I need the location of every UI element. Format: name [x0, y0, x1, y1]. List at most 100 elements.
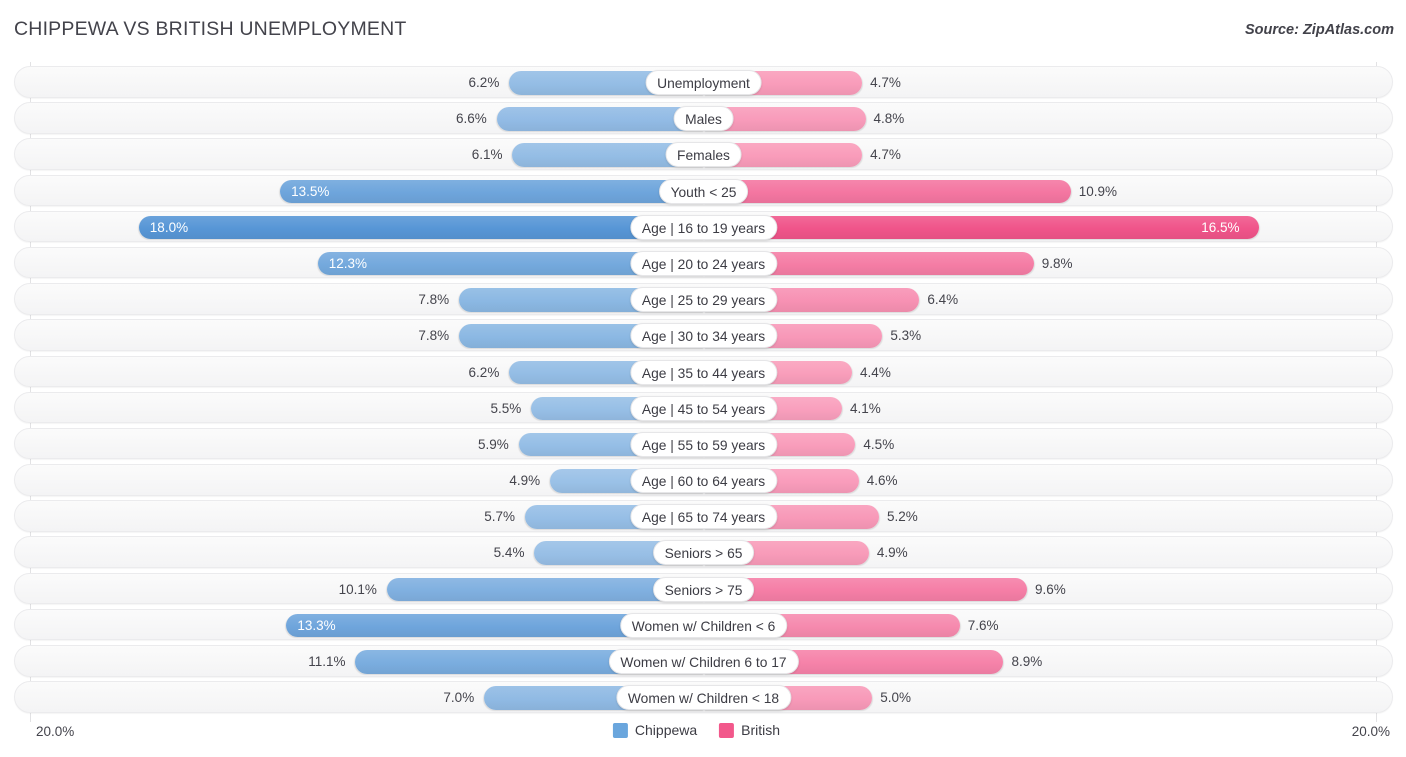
- value-label-british: 6.4%: [927, 292, 959, 308]
- row-track: 11.1% 8.9% Women w/ Children 6 to 17: [14, 645, 1393, 677]
- value-label-chippewa: 5.7%: [484, 509, 516, 525]
- row-bars: 10.1% 9.6% Seniors > 75: [15, 574, 1392, 604]
- row-bars: 18.0% 16.5% Age | 16 to 19 years: [15, 212, 1392, 242]
- row-track: 6.6% 4.8% Males: [14, 102, 1393, 134]
- value-label-british: 4.1%: [849, 400, 881, 416]
- chart-footer: 20.0% 20.0% Chippewa British: [0, 716, 1406, 757]
- value-label-british: 9.8%: [1041, 255, 1073, 271]
- table-row: 5.7% 5.2% Age | 65 to 74 years: [0, 500, 1406, 532]
- source-attribution: Source: ZipAtlas.com: [1244, 22, 1394, 38]
- category-label: Age | 65 to 74 years: [629, 504, 778, 530]
- value-label-british: 4.5%: [863, 436, 895, 452]
- row-track: 7.8% 5.3% Age | 30 to 34 years: [14, 319, 1393, 351]
- row-track: 5.5% 4.1% Age | 45 to 54 years: [14, 391, 1393, 424]
- axis-label-left: 20.0%: [36, 724, 75, 739]
- table-row: 5.5% 4.1% Age | 45 to 54 years: [0, 391, 1406, 424]
- row-bars: 5.7% 5.2% Age | 65 to 74 years: [15, 501, 1392, 531]
- table-row: 10.1% 9.6% Seniors > 75: [0, 572, 1406, 605]
- category-label: Age | 45 to 54 years: [629, 395, 778, 421]
- legend-swatch-icon: [719, 722, 735, 738]
- table-row: 13.5% 10.9% Youth < 25: [0, 174, 1406, 207]
- value-label-chippewa: 7.8%: [418, 328, 450, 344]
- page-title: CHIPPEWA VS BRITISH UNEMPLOYMENT: [14, 18, 407, 40]
- row-bars: 5.5% 4.1% Age | 45 to 54 years: [15, 393, 1392, 423]
- table-row: 13.3% 7.6% Women w/ Children < 6: [0, 608, 1406, 641]
- value-label-chippewa: 11.1%: [308, 654, 346, 669]
- category-label: Age | 30 to 34 years: [629, 323, 778, 349]
- value-label-british: 4.7%: [870, 147, 901, 163]
- row-bars: 13.3% 7.6% Women w/ Children < 6: [15, 610, 1392, 640]
- value-label-chippewa: 7.0%: [443, 690, 475, 706]
- legend-item-british[interactable]: British: [719, 722, 780, 738]
- row-bars: 6.1% 4.7% Females: [15, 139, 1392, 169]
- bar-chippewa: [280, 179, 704, 204]
- value-label-british: 5.0%: [880, 690, 912, 706]
- value-label-chippewa: 6.1%: [471, 147, 503, 163]
- value-label-chippewa: 5.9%: [477, 436, 509, 452]
- table-row: 7.8% 6.4% Age | 25 to 29 years: [0, 283, 1406, 315]
- table-row: 11.1% 8.9% Women w/ Children 6 to 17: [0, 645, 1406, 677]
- category-label: Women w/ Children < 18: [615, 685, 792, 711]
- value-label-british: 5.3%: [890, 328, 922, 344]
- row-bars: 5.9% 4.5% Age | 55 to 59 years: [15, 429, 1392, 459]
- value-label-chippewa: 12.3%: [328, 255, 368, 271]
- chart-page: CHIPPEWA VS BRITISH UNEMPLOYMENT Source:…: [0, 0, 1406, 757]
- row-bars: 11.1% 8.9% Women w/ Children 6 to 17: [15, 646, 1392, 676]
- value-label-chippewa: 13.5%: [291, 183, 330, 199]
- row-track: 5.7% 5.2% Age | 65 to 74 years: [14, 500, 1393, 532]
- bar-british: [704, 179, 1071, 204]
- value-label-british: 5.2%: [886, 509, 918, 525]
- legend-label: Chippewa: [634, 722, 698, 738]
- legend-label: British: [741, 722, 781, 738]
- value-label-british: 4.8%: [873, 111, 905, 127]
- table-row: 6.2% 4.7% Unemployment: [0, 66, 1406, 98]
- value-label-chippewa: 7.8%: [418, 292, 450, 308]
- bar-chippewa: [138, 215, 704, 240]
- value-label-british: 10.9%: [1078, 183, 1118, 199]
- category-label: Unemployment: [645, 70, 762, 95]
- category-label: Women w/ Children < 6: [619, 612, 788, 638]
- table-row: 6.2% 4.4% Age | 35 to 44 years: [0, 355, 1406, 387]
- value-label-british: 7.6%: [967, 617, 999, 633]
- value-label-chippewa: 4.9%: [509, 473, 541, 489]
- chart-legend: Chippewa British: [612, 722, 793, 738]
- row-bars: 12.3% 9.8% Age | 20 to 24 years: [15, 248, 1392, 278]
- row-track: 5.4% 4.9% Seniors > 65: [14, 536, 1393, 568]
- row-track: 18.0% 16.5% Age | 16 to 19 years: [14, 210, 1393, 243]
- row-bars: 13.5% 10.9% Youth < 25: [15, 176, 1392, 206]
- table-row: 6.1% 4.7% Females: [0, 138, 1406, 170]
- table-row: 5.9% 4.5% Age | 55 to 59 years: [0, 427, 1406, 460]
- legend-item-chippewa[interactable]: Chippewa: [612, 722, 698, 738]
- value-label-british: 16.5%: [1201, 219, 1240, 235]
- category-label: Seniors > 75: [652, 576, 755, 602]
- category-label: Youth < 25: [658, 178, 749, 204]
- row-bars: 7.8% 6.4% Age | 25 to 29 years: [15, 284, 1392, 314]
- value-label-chippewa: 13.3%: [297, 617, 336, 633]
- category-label: Age | 16 to 19 years: [629, 214, 778, 240]
- category-label: Age | 35 to 44 years: [629, 359, 778, 385]
- table-row: 18.0% 16.5% Age | 16 to 19 years: [0, 210, 1406, 243]
- value-label-chippewa: 6.6%: [455, 111, 487, 127]
- category-label: Females: [665, 142, 742, 168]
- table-row: 5.4% 4.9% Seniors > 65: [0, 536, 1406, 568]
- row-track: 13.5% 10.9% Youth < 25: [14, 174, 1393, 207]
- value-label-british: 9.6%: [1035, 581, 1066, 597]
- table-row: 4.9% 4.6% Age | 60 to 64 years: [0, 464, 1406, 496]
- row-track: 12.3% 9.8% Age | 20 to 24 years: [14, 246, 1393, 279]
- row-track: 4.9% 4.6% Age | 60 to 64 years: [14, 464, 1393, 496]
- value-label-british: 4.7%: [870, 75, 901, 90]
- value-label-british: 4.6%: [866, 473, 898, 489]
- category-label: Males: [673, 106, 734, 132]
- row-bars: 6.2% 4.7% Unemployment: [15, 67, 1392, 97]
- value-label-chippewa: 10.1%: [338, 581, 377, 597]
- chart-plot-area: 6.2% 4.7% Unemployment 6.6% 4.8% Males 6.1% 4.7…: [0, 62, 1406, 722]
- row-track: 6.2% 4.7% Unemployment: [14, 66, 1393, 98]
- category-label: Women w/ Children 6 to 17: [608, 649, 799, 674]
- value-label-chippewa: 18.0%: [149, 219, 189, 235]
- value-label-chippewa: 6.2%: [468, 364, 500, 380]
- value-label-british: 4.9%: [876, 545, 908, 561]
- value-label-british: 8.9%: [1011, 654, 1043, 669]
- bar-british: [704, 215, 1260, 240]
- value-label-chippewa: 5.4%: [493, 545, 525, 561]
- table-row: 7.0% 5.0% Women w/ Children < 18: [0, 681, 1406, 713]
